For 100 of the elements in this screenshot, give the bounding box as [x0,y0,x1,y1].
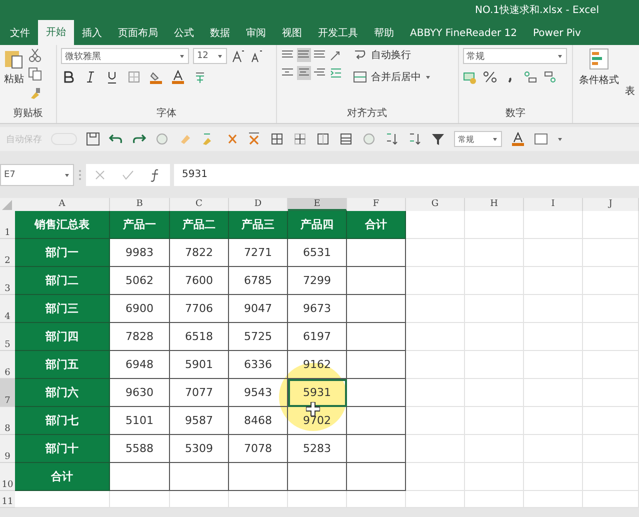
empty-cell [583,379,639,407]
row-header[interactable]: 4 [0,295,15,323]
number-format-field[interactable]: 常规 [462,48,567,64]
ribbon-tab[interactable]: 插入 [74,23,110,45]
ribbon-tab[interactable]: 审阅 [238,23,274,45]
undo-icon[interactable] [109,132,123,146]
paste-button[interactable]: 粘贴 [4,48,24,105]
grow-font-icon[interactable] [230,49,245,63]
empty-cell [406,407,465,435]
decrease-decimal-icon[interactable] [542,70,557,84]
empty-cell [524,351,583,379]
empty-cell [347,491,406,508]
wrap-icon[interactable] [352,48,367,62]
sort-ascending-icon[interactable] [385,132,399,146]
indent-icon[interactable] [328,66,343,80]
percent-icon[interactable] [482,70,497,84]
table-format-label[interactable]: 表 [625,84,636,123]
ribbon-tab[interactable]: 数据 [202,23,238,45]
row-header[interactable]: 9 [0,435,15,463]
column-header[interactable]: F [347,198,406,211]
column-header[interactable]: A [15,198,110,211]
delete-row-icon[interactable] [247,132,261,146]
header-cell: 部门二 [15,267,110,295]
column-header[interactable]: G [406,198,465,211]
table-cell: 5901 [170,351,229,379]
row-header[interactable]: 2 [0,239,15,267]
header-cell: 部门四 [15,323,110,351]
inner-borders-icon[interactable] [293,132,307,146]
font-color-icon[interactable] [170,70,185,84]
table-cell: 9047 [229,295,288,323]
ribbon-tab[interactable]: 页面布局 [110,23,166,45]
empty-cell [229,463,288,491]
row-header[interactable]: 8 [0,407,15,435]
empty-cell [347,295,406,323]
column-header[interactable]: J [583,198,639,211]
empty-cell [465,491,524,508]
ribbon-tab[interactable]: Power Piv [525,23,589,45]
row-header[interactable]: 3 [0,267,15,295]
currency-icon[interactable] [462,70,477,84]
row-header[interactable]: 1 [0,211,15,239]
column-header[interactable]: D [229,198,288,211]
caret-icon[interactable] [492,136,498,142]
row-header[interactable]: 6 [0,351,15,379]
caret-icon[interactable] [64,172,70,178]
formula-field[interactable]: 5931 [174,164,639,186]
row-header[interactable]: 5 [0,323,15,351]
fill-color-icon[interactable] [148,70,163,84]
ribbon-tab[interactable]: 开始 [38,20,74,45]
filter-icon[interactable] [431,132,445,146]
empty-cell [583,323,639,351]
border-icon[interactable] [126,70,141,84]
column-header[interactable]: I [524,198,583,211]
caret-icon[interactable] [556,53,563,59]
caret-icon[interactable] [178,53,185,59]
wrap-text-button[interactable]: 自动换行 [352,48,431,62]
font-name-field[interactable]: 微软雅黑 [60,48,189,64]
copy-icon[interactable] [28,67,42,81]
font-color-icon[interactable] [511,132,525,146]
table-cell: 7822 [170,239,229,267]
redo-icon[interactable] [132,132,146,146]
ribbon-tab[interactable]: ABBYY FineReader 12 [402,23,525,45]
empty-cell [347,239,406,267]
conditional-format-button[interactable]: 条件格式 [579,48,620,123]
brush-icon[interactable] [28,86,42,100]
customize-caret-icon[interactable] [557,136,563,142]
table-cell: 9673 [288,295,347,323]
outer-border-icon[interactable] [316,132,330,146]
empty-cell [583,463,639,491]
empty-cell [406,351,465,379]
save-icon[interactable] [86,132,100,146]
name-box[interactable]: E7 [0,164,74,186]
caret-icon[interactable] [216,53,223,59]
ribbon-tab[interactable]: 视图 [274,23,310,45]
sort-descending-icon[interactable] [408,132,422,146]
table-cell: 5062 [110,267,170,295]
increase-decimal-icon[interactable] [522,70,537,84]
caret-icon[interactable] [424,74,431,80]
empty-cell [406,239,465,267]
font-size-field[interactable]: 12 [192,48,227,64]
column-header[interactable]: B [110,198,170,211]
number-format-field[interactable]: 常规 [454,131,502,147]
merge-cells-icon[interactable] [339,132,353,146]
empty-cell [524,407,583,435]
ribbon-tab[interactable]: 帮助 [366,23,402,45]
ribbon-tab[interactable]: 开发工具 [310,23,366,45]
row-header[interactable]: 7 [0,379,15,407]
ribbon-tab[interactable]: 公式 [166,23,202,45]
column-header[interactable]: E [288,198,347,211]
empty-cell [465,379,524,407]
scissors-icon[interactable] [28,48,42,62]
group-label: 字体 [156,106,176,121]
merge-icon[interactable] [352,70,367,84]
merge-center-button[interactable]: 合并后居中 [352,70,431,84]
row-header[interactable]: 10 [0,463,15,491]
shrink-font-icon[interactable] [248,49,263,63]
row-header[interactable]: 11 [0,491,15,508]
column-header[interactable]: C [170,198,229,211]
column-header[interactable]: H [465,198,524,211]
all-borders-icon[interactable] [270,132,284,146]
ribbon-tab[interactable]: 文件 [2,23,38,45]
